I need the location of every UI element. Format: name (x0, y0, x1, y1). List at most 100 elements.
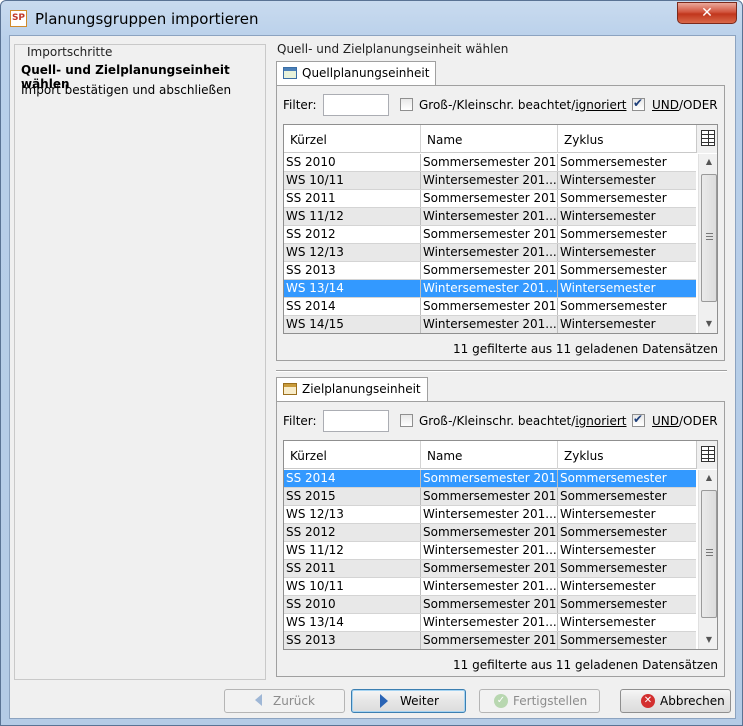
target-scroll-thumb[interactable] (701, 490, 717, 618)
source-and-or-label[interactable]: UND/ODER (652, 98, 718, 112)
table-row[interactable]: WS 11/12 Wintersemester 201... Wintersemes… (284, 208, 696, 226)
source-scroll-thumb[interactable] (701, 174, 717, 302)
source-scrollbar[interactable]: ▲ ▼ (698, 154, 717, 333)
finish-button-label: Fertigstellen (513, 694, 588, 708)
table-row[interactable]: WS 14/15 Wintersemester 201... Wintersemes… (284, 316, 696, 333)
cell-kuerzel: SS 2011 (284, 190, 421, 207)
cell-name: Sommersemester 2014 (423, 298, 558, 315)
column-header-kuerzel[interactable]: Kürzel (284, 125, 421, 153)
cancel-button-label: Abbrechen (660, 694, 725, 708)
cell-zyklus: Wintersemester (560, 543, 656, 557)
cell-zyklus: Sommersemester (560, 191, 667, 205)
table-row[interactable]: SS 2011 Sommersemester 2011 Sommersemester (284, 190, 696, 208)
cell-name: Sommersemester 2013 (423, 632, 558, 649)
cell-name: Wintersemester 201... (423, 316, 558, 333)
table-row[interactable]: WS 10/11 Wintersemester 201... Wintersemes… (284, 578, 696, 596)
source-or-label: /ODER (679, 98, 718, 112)
source-case-checkbox[interactable] (400, 98, 413, 111)
cell-kuerzel: SS 2011 (284, 560, 421, 577)
cell-zyklus: Wintersemester (560, 615, 656, 629)
target-scrollbar[interactable]: ▲ ▼ (698, 470, 717, 649)
table-row[interactable]: WS 12/13 Wintersemester 201... Wintersemes… (284, 244, 696, 262)
source-case-label[interactable]: Groß-/Kleinschr. beachtet/ignoriert (419, 98, 627, 112)
target-and-or-label[interactable]: UND/ODER (652, 414, 718, 428)
arrow-right-icon (380, 694, 388, 708)
dialog-content: Importschritte Quell- und Zielplanungsei… (9, 35, 736, 719)
target-or-label: /ODER (679, 414, 718, 428)
target-case-label[interactable]: Groß-/Kleinschr. beachtet/ignoriert (419, 414, 627, 428)
cell-zyklus: Sommersemester (560, 227, 667, 241)
target-filter-input[interactable] (323, 410, 389, 432)
steps-panel: Importschritte Quell- und Zielplanungsei… (14, 44, 266, 680)
cell-name: Wintersemester 201... (423, 578, 558, 595)
table-row[interactable]: SS 2012 Sommersemester 2012 Sommersemester (284, 524, 696, 542)
source-filter-input[interactable] (323, 94, 389, 116)
cell-zyklus: Sommersemester (560, 489, 667, 503)
cell-kuerzel: WS 13/14 (284, 614, 421, 631)
source-section: Quellplanungseinheit Filter: Groß-/Klein… (276, 61, 725, 366)
dialog-window: SP Planungsgruppen importieren ✕ Imports… (0, 0, 743, 726)
table-row[interactable]: SS 2010 Sommersemester 2010 Sommersemester (284, 596, 696, 614)
cell-kuerzel: SS 2013 (284, 262, 421, 279)
table-row[interactable]: WS 10/11 Wintersemester 201... Wintersemes… (284, 172, 696, 190)
table-row[interactable]: SS 2014 Sommersemester 2014 Sommersemester (284, 298, 696, 316)
scroll-down-icon[interactable]: ▼ (699, 632, 717, 648)
cell-zyklus: Sommersemester (560, 155, 667, 169)
check-icon: ✓ (494, 694, 508, 708)
cell-name: Sommersemester 2012 (423, 226, 558, 243)
cell-name: Sommersemester 2014 (423, 470, 558, 487)
target-case-checkbox[interactable] (400, 414, 413, 427)
cell-zyklus: Sommersemester (560, 263, 667, 277)
scroll-down-icon[interactable]: ▼ (699, 316, 717, 332)
column-header-kuerzel[interactable]: Kürzel (284, 441, 421, 469)
table-row[interactable]: SS 2011 Sommersemester 2011 Sommersemester (284, 560, 696, 578)
back-button-label: Zurück (273, 694, 315, 708)
cell-zyklus: Wintersemester (560, 209, 656, 223)
cell-name: Wintersemester 201... (423, 280, 558, 297)
tab-source[interactable]: Quellplanungseinheit (276, 61, 437, 85)
table-row[interactable]: SS 2010 Sommersemester 2010 Sommersemester (284, 154, 696, 172)
target-and-label: UND (652, 414, 679, 428)
target-and-checkbox[interactable] (632, 412, 645, 427)
cell-name: Sommersemester 2013 (423, 262, 558, 279)
next-button[interactable]: Weiter (351, 689, 466, 713)
cell-name: Sommersemester 2010 (423, 154, 558, 171)
back-button[interactable]: Zurück (224, 689, 345, 713)
cell-kuerzel: WS 10/11 (284, 172, 421, 189)
table-row[interactable]: SS 2013 Sommersemester 2013 Sommersemester (284, 632, 696, 649)
cell-zyklus: Wintersemester (560, 317, 656, 331)
cell-name: Sommersemester 2011 (423, 560, 558, 577)
cell-zyklus: Sommersemester (560, 471, 667, 485)
source-filter-label: Filter: (283, 98, 317, 112)
table-row[interactable]: SS 2014 Sommersemester 2014 Sommersemester (284, 470, 696, 488)
close-button[interactable]: ✕ (677, 2, 737, 24)
finish-button[interactable]: ✓ Fertigstellen (479, 689, 600, 713)
cell-kuerzel: WS 14/15 (284, 316, 421, 333)
target-column-chooser[interactable] (696, 441, 717, 469)
column-header-zyklus[interactable]: Zyklus (558, 441, 696, 469)
cell-zyklus: Sommersemester (560, 299, 667, 313)
table-row[interactable]: SS 2013 Sommersemester 2013 Sommersemester (284, 262, 696, 280)
table-row[interactable]: WS 11/12 Wintersemester 201... Wintersemes… (284, 542, 696, 560)
table-row[interactable]: SS 2012 Sommersemester 2012 Sommersemester (284, 226, 696, 244)
target-table-icon (283, 383, 297, 395)
cell-kuerzel: SS 2012 (284, 524, 421, 541)
tab-target[interactable]: Zielplanungseinheit (276, 377, 428, 401)
target-case-ignored: ignoriert (575, 414, 627, 428)
scroll-up-icon[interactable]: ▲ (699, 154, 717, 170)
column-header-name[interactable]: Name (421, 441, 558, 469)
source-and-checkbox[interactable] (632, 96, 645, 111)
section-divider (276, 370, 727, 372)
table-row[interactable]: WS 12/13 Wintersemester 201... Wintersemes… (284, 506, 696, 524)
table-row[interactable]: WS 13/14 Wintersemester 201... Wintersemes… (284, 280, 696, 298)
scroll-up-icon[interactable]: ▲ (699, 470, 717, 486)
table-row[interactable]: WS 13/14 Wintersemester 201... Wintersemes… (284, 614, 696, 632)
column-chooser-icon (701, 446, 715, 462)
column-chooser-icon (701, 130, 715, 146)
source-column-chooser[interactable] (696, 125, 717, 153)
table-row[interactable]: SS 2015 Sommersemester 2015 Sommersemester (284, 488, 696, 506)
cancel-button[interactable]: ✕ Abbrechen (620, 689, 731, 713)
title-bar[interactable]: SP Planungsgruppen importieren ✕ (1, 1, 743, 35)
column-header-name[interactable]: Name (421, 125, 558, 153)
column-header-zyklus[interactable]: Zyklus (558, 125, 696, 153)
